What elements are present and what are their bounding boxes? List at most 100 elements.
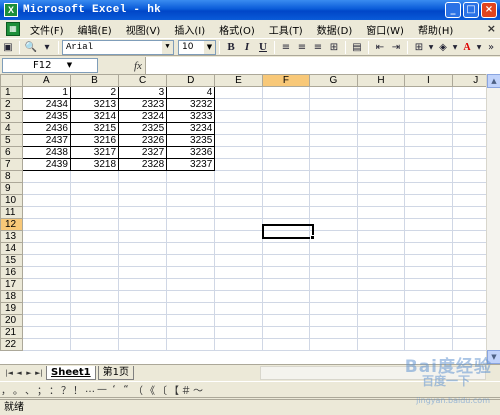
cell-b18[interactable]: [69, 290, 120, 303]
cell-h15[interactable]: [356, 254, 406, 267]
cell-e8[interactable]: [214, 170, 263, 183]
cell-e17[interactable]: [214, 278, 263, 291]
cell-i17[interactable]: [404, 278, 453, 291]
cell-h20[interactable]: [356, 314, 406, 327]
cell-a12[interactable]: [21, 218, 71, 231]
cell-d9[interactable]: [166, 182, 216, 195]
cell-f8[interactable]: [261, 170, 311, 183]
cell-f2[interactable]: [261, 98, 311, 111]
name-box[interactable]: F12 ▼: [2, 58, 98, 73]
cell-i22[interactable]: [404, 338, 453, 351]
cell-h14[interactable]: [356, 242, 406, 255]
cell-f20[interactable]: [261, 314, 311, 327]
symbol-button[interactable]: 《: [144, 382, 156, 397]
row-header-18[interactable]: 18: [0, 290, 23, 303]
cell-d4[interactable]: 3234: [166, 122, 216, 135]
symbol-button[interactable]: 〔: [156, 382, 168, 397]
sheet-tab-page1[interactable]: 第1页: [97, 365, 134, 380]
cell-c21[interactable]: [118, 326, 168, 339]
cell-g4[interactable]: [309, 122, 358, 135]
decrease-indent-icon[interactable]: ⇤: [373, 40, 387, 54]
align-right-icon[interactable]: ≡: [311, 40, 325, 54]
last-sheet-icon[interactable]: ►|: [34, 367, 44, 379]
cell-i2[interactable]: [404, 98, 453, 111]
row-header-1[interactable]: 1: [0, 86, 23, 99]
cell-b10[interactable]: [69, 194, 120, 207]
cell-e11[interactable]: [214, 206, 263, 219]
cell-a19[interactable]: [21, 302, 71, 315]
worksheet-grid[interactable]: ABCDEFGHIJ 1 1 2 3 4 2 2434 3213 2323 3232 3 2435 32…: [0, 74, 500, 364]
cell-f11[interactable]: [261, 206, 311, 219]
cell-g20[interactable]: [309, 314, 358, 327]
toolbar-options-icon[interactable]: »: [484, 40, 498, 54]
cell-d12[interactable]: [166, 218, 216, 231]
cell-h5[interactable]: [356, 134, 406, 147]
cell-e4[interactable]: [214, 122, 263, 135]
cell-i13[interactable]: [404, 230, 453, 243]
cell-c10[interactable]: [118, 194, 168, 207]
symbol-button[interactable]: ：: [48, 382, 60, 397]
cell-c6[interactable]: 2327: [118, 146, 168, 159]
cell-d17[interactable]: [166, 278, 216, 291]
cell-e18[interactable]: [214, 290, 263, 303]
menu-tools[interactable]: 工具(T): [269, 22, 311, 37]
row-header-10[interactable]: 10: [0, 194, 23, 207]
print-preview-icon[interactable]: 🔍: [24, 40, 38, 54]
next-sheet-icon[interactable]: ►: [24, 367, 34, 379]
cell-b6[interactable]: 3217: [69, 146, 120, 159]
column-header-d[interactable]: D: [166, 74, 216, 87]
bold-button[interactable]: B: [224, 40, 238, 54]
cell-i21[interactable]: [404, 326, 453, 339]
cell-b1[interactable]: 2: [69, 86, 120, 99]
cell-e15[interactable]: [214, 254, 263, 267]
symbol-button[interactable]: 【: [168, 382, 180, 397]
cell-g12[interactable]: [309, 218, 358, 231]
column-header-b[interactable]: B: [69, 74, 120, 87]
row-header-4[interactable]: 4: [0, 122, 23, 135]
cell-g16[interactable]: [309, 266, 358, 279]
cell-b2[interactable]: 3213: [69, 98, 120, 111]
minimize-button[interactable]: _: [445, 2, 461, 18]
cell-b22[interactable]: [69, 338, 120, 351]
symbol-button[interactable]: 、: [24, 382, 36, 397]
cell-e21[interactable]: [214, 326, 263, 339]
chevron-down-icon[interactable]: ▼: [428, 40, 434, 54]
cell-a1[interactable]: 1: [21, 86, 71, 99]
symbol-button[interactable]: ；: [36, 382, 48, 397]
cell-i15[interactable]: [404, 254, 453, 267]
cell-b19[interactable]: [69, 302, 120, 315]
cell-e20[interactable]: [214, 314, 263, 327]
cell-b17[interactable]: [69, 278, 120, 291]
cell-b16[interactable]: [69, 266, 120, 279]
cell-a7[interactable]: 2439: [21, 158, 71, 171]
column-header-c[interactable]: C: [118, 74, 168, 87]
cell-e2[interactable]: [214, 98, 263, 111]
cell-d8[interactable]: [166, 170, 216, 183]
cell-b12[interactable]: [69, 218, 120, 231]
cell-i11[interactable]: [404, 206, 453, 219]
cell-i19[interactable]: [404, 302, 453, 315]
cell-b14[interactable]: [69, 242, 120, 255]
cell-a18[interactable]: [21, 290, 71, 303]
cell-c4[interactable]: 2325: [118, 122, 168, 135]
underline-button[interactable]: U: [256, 40, 270, 54]
cell-f17[interactable]: [261, 278, 311, 291]
cell-h13[interactable]: [356, 230, 406, 243]
cell-b5[interactable]: 3216: [69, 134, 120, 147]
cell-g18[interactable]: [309, 290, 358, 303]
cell-e13[interactable]: [214, 230, 263, 243]
cell-h17[interactable]: [356, 278, 406, 291]
cell-e12[interactable]: [214, 218, 263, 231]
cell-a22[interactable]: [21, 338, 71, 351]
cell-h10[interactable]: [356, 194, 406, 207]
cell-g21[interactable]: [309, 326, 358, 339]
cell-g5[interactable]: [309, 134, 358, 147]
cell-c7[interactable]: 2328: [118, 158, 168, 171]
cell-c13[interactable]: [118, 230, 168, 243]
cell-h4[interactable]: [356, 122, 406, 135]
cell-a4[interactable]: 2436: [21, 122, 71, 135]
row-header-11[interactable]: 11: [0, 206, 23, 219]
cell-f9[interactable]: [261, 182, 311, 195]
cell-d14[interactable]: [166, 242, 216, 255]
cell-b20[interactable]: [69, 314, 120, 327]
